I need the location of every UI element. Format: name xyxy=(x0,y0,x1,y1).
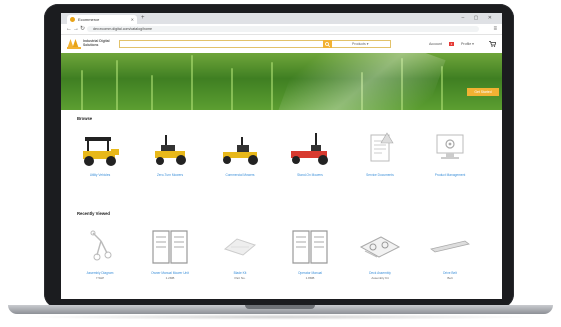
forward-button[interactable]: → xyxy=(73,24,79,34)
zero-turn-mower-icon xyxy=(155,135,186,165)
logo-text: Industrial Digital Solutions xyxy=(83,39,110,47)
search-input[interactable]: Products ▾ xyxy=(119,40,391,48)
account-link[interactable]: Account xyxy=(429,39,442,49)
tab-title: Ecommerce xyxy=(78,17,100,22)
commercial-mower-icon xyxy=(223,137,258,165)
grass-blade xyxy=(441,66,443,110)
browser-menu-button[interactable]: ≡ xyxy=(493,24,497,34)
search-category-select[interactable]: Products ▾ xyxy=(352,41,369,47)
browser-tab[interactable]: Ecommerce ✕ xyxy=(67,15,137,24)
recent-card[interactable]: Blade Kit Part No. xyxy=(211,225,269,283)
browse-card-service-documents[interactable]: Service Documents xyxy=(351,127,409,185)
browse-card-label: Commercial Mowers xyxy=(225,173,255,177)
browse-card-label: Product Management xyxy=(434,173,466,177)
search-icon xyxy=(325,41,330,47)
belt-part-icon xyxy=(430,240,470,253)
laptop-shadow xyxy=(20,314,541,320)
book-icon xyxy=(292,230,328,264)
favicon-icon xyxy=(70,17,75,22)
new-tab-button[interactable]: + xyxy=(141,13,145,24)
grass-blade xyxy=(231,68,233,110)
recent-card-sub: 1.8MB xyxy=(305,276,315,280)
browse-card-zero-turn-mowers[interactable]: Zero-Turn Mowers xyxy=(141,127,199,185)
blade-part-icon xyxy=(223,238,257,256)
recent-card-label: Deck Assembly xyxy=(369,271,391,275)
recent-card-sub: 7.5HP xyxy=(95,276,105,280)
browser-tab-bar: Ecommerce ✕ + – ▢ ✕ xyxy=(61,13,502,24)
recent-card-sub: Assembly Kit xyxy=(371,276,389,280)
browse-card-label: Utility Vehicles xyxy=(89,173,111,177)
url-field[interactable]: dev.ecomm.digital.com/catalog/home xyxy=(87,26,479,32)
laptop-screen: Ecommerce ✕ + – ▢ ✕ ← → ↻ dev.ecomm.digi… xyxy=(61,13,502,299)
browse-card-label: Service Documents xyxy=(366,173,394,177)
browse-card-label: Stand-On Mowers xyxy=(297,173,323,177)
book-icon xyxy=(152,230,188,264)
close-tab-icon[interactable]: ✕ xyxy=(131,15,134,24)
site-header: Industrial Digital Solutions Products ▾ … xyxy=(61,35,502,53)
reload-button[interactable]: ↻ xyxy=(80,24,85,34)
grass-blade xyxy=(271,62,273,110)
recent-card[interactable]: Drive Belt Belt xyxy=(421,225,479,283)
window-controls[interactable]: – ▢ ✕ xyxy=(462,13,496,24)
parts-diagram-icon xyxy=(90,230,112,261)
browse-card-utility-vehicles[interactable]: Utility Vehicles xyxy=(71,127,129,185)
document-icon xyxy=(370,132,394,162)
recent-card[interactable]: Deck Assembly Assembly Kit xyxy=(351,225,409,283)
laptop-notch xyxy=(245,305,315,309)
grass-blade xyxy=(151,75,153,110)
search-button[interactable] xyxy=(323,40,332,48)
hero-glare xyxy=(276,53,446,110)
browse-card-commercial-mowers[interactable]: Commercial Mowers xyxy=(211,127,269,185)
recent-card-sub: 1.2MB xyxy=(165,276,175,280)
cart-icon[interactable] xyxy=(489,41,496,47)
recent-card-label: Drive Belt xyxy=(443,271,457,275)
deck-assembly-icon xyxy=(359,236,401,258)
recent-card-sub: Belt xyxy=(447,276,453,280)
stand-on-mower-icon xyxy=(291,133,328,165)
recent-card[interactable]: Operator Manual 1.8MB xyxy=(281,225,339,283)
recently-viewed-heading: Recently Viewed xyxy=(77,211,110,216)
hero-banner: Get Started xyxy=(61,53,502,110)
grass-blade xyxy=(116,60,118,110)
browse-card-label: Zero-Turn Mowers xyxy=(156,173,184,177)
recent-card-label: Operator Manual xyxy=(298,271,322,275)
utility-vehicle-icon xyxy=(83,137,119,166)
recent-card-label: Owner Manual Mower Unit xyxy=(151,271,189,275)
settings-monitor-icon xyxy=(436,134,464,159)
grass-blade xyxy=(81,70,83,110)
recent-card-label: Blade Kit xyxy=(233,271,247,275)
recent-card-sub: Part No. xyxy=(234,276,246,280)
browse-heading: Browse xyxy=(77,116,93,121)
recent-card-label: Assembly Diagram xyxy=(86,271,114,275)
grass-blade xyxy=(191,55,193,110)
hero-cta-button[interactable]: Get Started xyxy=(467,88,499,96)
browse-card-product-management[interactable]: Product Management xyxy=(421,127,479,185)
logo-icon[interactable] xyxy=(67,38,81,49)
cart-count-badge: 2 xyxy=(449,42,454,46)
recent-card[interactable]: Owner Manual Mower Unit 1.2MB xyxy=(141,225,199,283)
recent-card[interactable]: Assembly Diagram 7.5HP xyxy=(71,225,129,283)
address-bar-row: ← → ↻ dev.ecomm.digital.com/catalog/home… xyxy=(61,24,502,35)
back-button[interactable]: ← xyxy=(66,24,72,34)
browse-card-stand-on-mowers[interactable]: Stand-On Mowers xyxy=(281,127,339,185)
profile-menu[interactable]: Profile ▾ xyxy=(461,39,474,49)
